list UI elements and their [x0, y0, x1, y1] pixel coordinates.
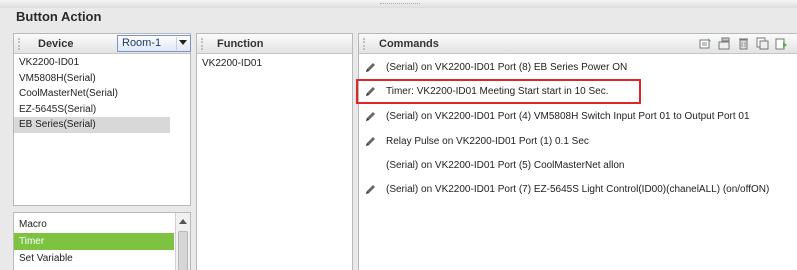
chevron-down-icon — [179, 40, 187, 45]
action-type-item[interactable]: Timer — [14, 233, 174, 250]
room-select[interactable]: Room-1 — [117, 35, 191, 52]
action-type-item[interactable]: Macro — [14, 216, 174, 233]
function-panel-header: Function — [197, 34, 352, 54]
highlight-annotation — [356, 79, 641, 104]
window-title: Button Action — [16, 9, 102, 24]
command-text: Relay Pulse on VK2200-ID01 Port (1) 0.1 … — [386, 136, 589, 147]
command-row[interactable]: (Serial) on VK2200-ID01 Port (7) EZ-5645… — [359, 179, 797, 201]
command-row[interactable]: Relay Pulse on VK2200-ID01 Port (1) 0.1 … — [359, 131, 797, 153]
action-type-item[interactable]: Set Variable — [14, 250, 174, 267]
command-text: (Serial) on VK2200-ID01 Port (8) EB Seri… — [386, 62, 628, 73]
copy-command-icon[interactable] — [756, 37, 769, 50]
device-list-item[interactable]: EB Series(Serial) — [14, 117, 170, 133]
device-header-label: Device — [38, 38, 74, 50]
function-header-label: Function — [217, 38, 264, 50]
room-select-value: Room-1 — [122, 37, 162, 49]
device-panel: Device Room-1 VK2200-ID01 VM5808H(Serial)… — [13, 33, 191, 206]
commands-panel: Commands (Serial) on VK2200-ID01 Port (8… — [358, 33, 797, 270]
scroll-up-icon[interactable] — [179, 219, 187, 224]
command-text: (Serial) on VK2200-ID01 Port (5) CoolMas… — [386, 160, 625, 171]
device-list-item[interactable]: EZ-5645S(Serial) — [14, 102, 190, 118]
window-drag-handle[interactable] — [0, 0, 797, 8]
action-type-scrollbar[interactable] — [175, 213, 190, 270]
pencil-icon[interactable] — [364, 61, 377, 74]
command-text: (Serial) on VK2200-ID01 Port (7) EZ-5645… — [386, 184, 770, 195]
commands-header-label: Commands — [379, 38, 439, 50]
action-type-panel: Macro Timer Set Variable — [13, 212, 191, 270]
commands-panel-header: Commands — [359, 34, 797, 54]
edit-command-icon[interactable] — [718, 37, 731, 50]
delete-command-icon[interactable] — [737, 37, 750, 50]
command-row[interactable]: (Serial) on VK2200-ID01 Port (5) CoolMas… — [359, 155, 797, 177]
device-list-item[interactable]: CoolMasterNet(Serial) — [14, 86, 190, 102]
commands-toolbar — [699, 37, 791, 51]
pencil-icon[interactable] — [364, 183, 377, 196]
command-row[interactable]: (Serial) on VK2200-ID01 Port (4) VM5808H… — [359, 106, 797, 128]
add-command-icon[interactable] — [699, 37, 712, 50]
device-list-item[interactable]: VK2200-ID01 — [14, 55, 190, 71]
pencil-icon[interactable] — [364, 135, 377, 148]
command-text: (Serial) on VK2200-ID01 Port (4) VM5808H… — [386, 111, 750, 122]
run-command-icon[interactable] — [775, 37, 788, 50]
function-list-item[interactable]: VK2200-ID01 — [197, 56, 352, 72]
pencil-icon[interactable] — [364, 110, 377, 123]
function-list: VK2200-ID01 — [197, 56, 352, 72]
command-row[interactable]: (Serial) on VK2200-ID01 Port (8) EB Seri… — [359, 57, 797, 79]
function-panel: Function VK2200-ID01 — [196, 33, 353, 270]
device-list-item[interactable]: VM5808H(Serial) — [14, 71, 190, 87]
scroll-thumb[interactable] — [178, 231, 188, 270]
action-type-list: Macro Timer Set Variable — [14, 216, 190, 267]
device-panel-header: Device Room-1 — [14, 34, 191, 54]
device-list: VK2200-ID01 VM5808H(Serial) CoolMasterNet(… — [14, 55, 190, 133]
